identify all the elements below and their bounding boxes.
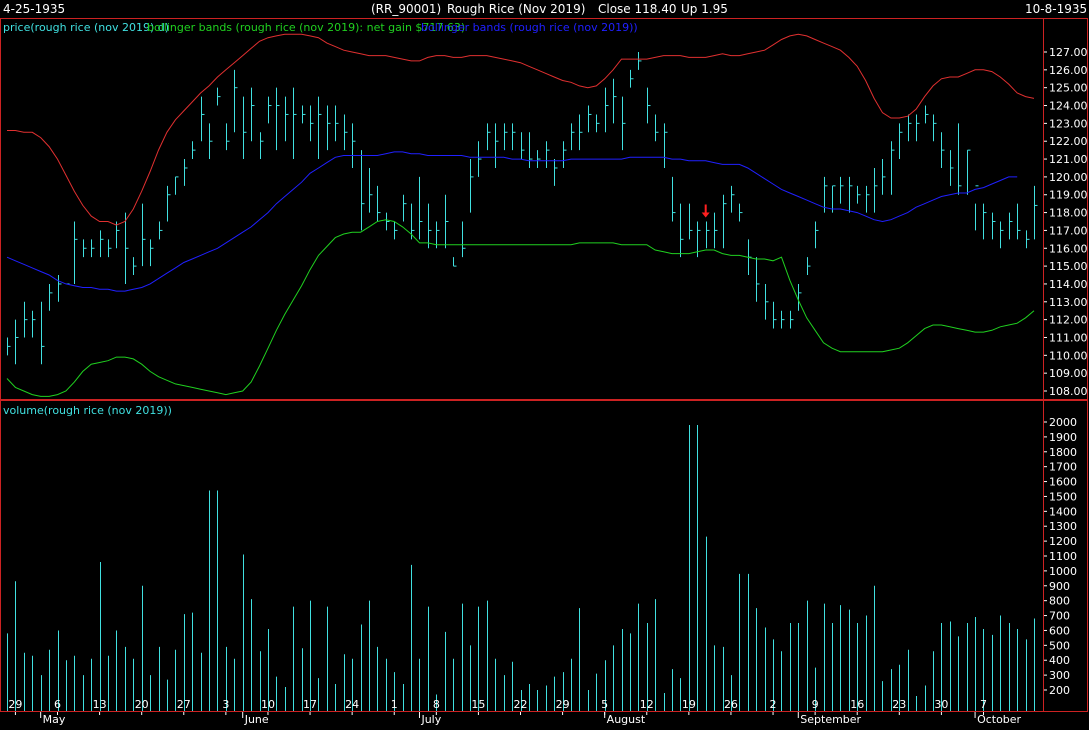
price-y-tick-label: 126.00 [1049, 64, 1088, 77]
x-day-tick-label: 2 [770, 698, 777, 711]
x-day-tick-label: 8 [433, 698, 440, 711]
header-symbol: (RR_90001) [371, 2, 442, 16]
legend-price: price(rough rice (nov 2019) d) [3, 21, 170, 34]
volume-y-tick-label: 200 [1049, 684, 1070, 697]
volume-y-tick-label: 1700 [1049, 461, 1077, 474]
volume-panel-frame [0, 400, 1088, 712]
x-day-tick-label: 16 [850, 698, 864, 711]
volume-y-tick-label: 2000 [1049, 416, 1077, 429]
x-day-tick-label: 24 [345, 698, 359, 711]
price-y-tick-label: 117.00 [1049, 224, 1088, 237]
price-y-tick-label: 116.00 [1049, 242, 1088, 255]
header-change: Up 1.95 [681, 2, 728, 16]
price-y-tick-label: 113.00 [1049, 296, 1088, 309]
x-day-tick-label: 27 [177, 698, 191, 711]
volume-y-tick-label: 1600 [1049, 476, 1077, 489]
upper-band-line [7, 33, 1035, 226]
price-y-tick-label: 109.00 [1049, 367, 1088, 380]
x-day-tick-label: 13 [93, 698, 107, 711]
axis-labels: 108.00 109.00 110.00 111.00 112.00 113.00 114.… [8, 46, 1087, 726]
x-day-tick-label: 9 [812, 698, 819, 711]
price-y-tick-label: 123.00 [1049, 117, 1088, 130]
x-day-tick-label: 15 [471, 698, 485, 711]
price-y-tick-label: 112.00 [1049, 314, 1088, 327]
bollinger-bands [6, 33, 1035, 397]
volume-y-tick-label: 600 [1049, 624, 1070, 637]
x-day-tick-label: 5 [601, 698, 608, 711]
volume-y-tick-label: 1300 [1049, 520, 1077, 533]
price-series [7, 52, 1038, 365]
x-day-tick-label: 22 [514, 698, 528, 711]
x-day-tick-label: 6 [54, 698, 61, 711]
x-day-tick-label: 17 [303, 698, 317, 711]
price-y-tick-label: 120.00 [1049, 171, 1088, 184]
volume-y-tick-label: 300 [1049, 669, 1070, 682]
x-month-label: June [244, 713, 269, 726]
legend-bollinger-gain: bollinger bands (rough rice (nov 2019): … [147, 21, 466, 34]
x-day-tick-label: 23 [892, 698, 906, 711]
x-day-tick-label: 29 [8, 698, 22, 711]
price-y-tick-label: 127.00 [1049, 46, 1088, 59]
volume-y-tick-label: 1400 [1049, 505, 1077, 518]
x-month-label: October [977, 713, 1021, 726]
price-y-tick-label: 114.00 [1049, 278, 1088, 291]
volume-y-tick-label: 1100 [1049, 550, 1077, 563]
volume-y-tick-label: 1000 [1049, 565, 1077, 578]
legend-bollinger: bollinger bands (rough rice (nov 2019)) [421, 21, 638, 34]
x-day-tick-label: 29 [556, 698, 570, 711]
header-end-date: 10-8-1935 [1025, 2, 1088, 16]
legend-volume: volume(rough rice (nov 2019)) [3, 404, 172, 417]
price-y-tick-label: 115.00 [1049, 260, 1088, 273]
volume-y-tick-label: 1200 [1049, 535, 1077, 548]
x-day-tick-label: 26 [724, 698, 738, 711]
volume-y-tick-label: 1800 [1049, 446, 1077, 459]
x-month-label: July [420, 713, 441, 726]
x-month-label: August [607, 713, 646, 726]
volume-y-tick-label: 1500 [1049, 490, 1077, 503]
price-y-tick-label: 119.00 [1049, 189, 1088, 202]
lower-band-line [6, 219, 1035, 397]
price-y-tick-label: 110.00 [1049, 349, 1088, 362]
x-day-tick-label: 7 [980, 698, 987, 711]
middle-band-line [6, 151, 1018, 292]
x-day-tick-label: 30 [934, 698, 948, 711]
x-month-label: September [800, 713, 861, 726]
volume-y-tick-label: 800 [1049, 595, 1070, 608]
header-start-date: 4-25-1935 [3, 2, 66, 16]
x-day-tick-label: 10 [261, 698, 275, 711]
header-close: Close 118.40 [598, 2, 677, 16]
volume-y-tick-label: 900 [1049, 580, 1070, 593]
price-y-tick-label: 122.00 [1049, 135, 1088, 148]
x-day-tick-label: 1 [391, 698, 398, 711]
volume-y-tick-label: 500 [1049, 639, 1070, 652]
x-day-tick-label: 3 [222, 698, 229, 711]
price-y-tick-label: 125.00 [1049, 82, 1088, 95]
volume-y-tick-label: 700 [1049, 610, 1070, 623]
header-instrument: Rough Rice (Nov 2019) [447, 2, 586, 16]
x-day-tick-label: 19 [682, 698, 696, 711]
volume-y-tick-label: 1900 [1049, 431, 1077, 444]
price-panel-frame [0, 18, 1088, 400]
volume-y-tick-label: 400 [1049, 654, 1070, 667]
x-day-tick-label: 20 [135, 698, 149, 711]
price-y-tick-label: 121.00 [1049, 153, 1088, 166]
price-y-tick-label: 111.00 [1049, 331, 1088, 344]
price-y-tick-label: 118.00 [1049, 207, 1088, 220]
chart-canvas: 108.00 109.00 110.00 111.00 112.00 113.00 114.… [0, 18, 1088, 726]
price-y-tick-label: 124.00 [1049, 100, 1088, 113]
x-day-tick-label: 12 [640, 698, 654, 711]
price-y-tick-label: 108.00 [1049, 385, 1088, 398]
volume-series [7, 424, 1035, 711]
signal-arrow-head [701, 212, 710, 218]
x-month-label: May [43, 713, 66, 726]
